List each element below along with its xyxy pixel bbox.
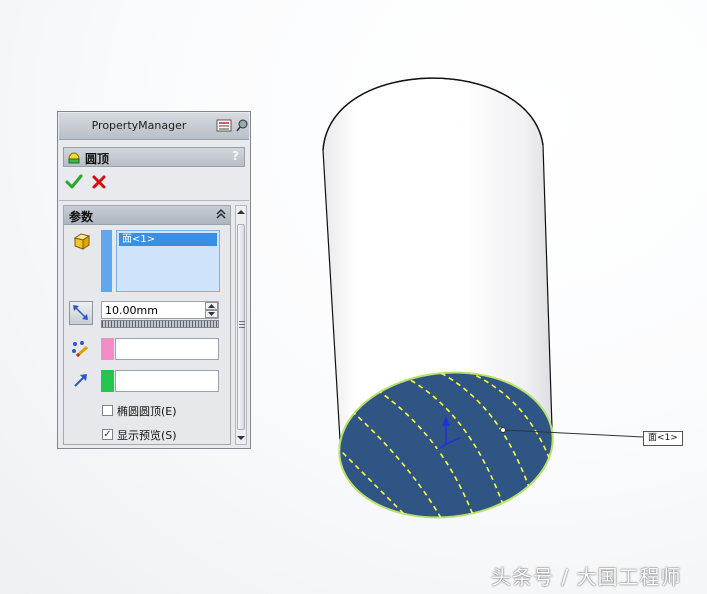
direction-field[interactable] bbox=[115, 370, 219, 392]
parameters-group: 参数 面<1> 10.00mm 椭圆圆顶(E) ✓ 显示预览(S) bbox=[63, 205, 231, 445]
tree-toggle-icon[interactable] bbox=[216, 118, 232, 133]
scroll-up-icon[interactable] bbox=[237, 208, 245, 216]
distance-icon bbox=[73, 305, 88, 320]
divider bbox=[59, 200, 249, 201]
collapse-icon[interactable] bbox=[216, 208, 226, 220]
feature-title: 圆顶 bbox=[85, 152, 110, 166]
show-preview-checkbox[interactable]: ✓ bbox=[102, 429, 113, 440]
group-title: 参数 bbox=[69, 210, 94, 224]
elliptical-dome-checkbox[interactable] bbox=[102, 405, 113, 416]
panel-title: PropertyManager bbox=[91, 119, 187, 132]
callout-anchor bbox=[500, 427, 506, 433]
elliptical-dome-label[interactable]: 椭圆圆顶(E) bbox=[117, 403, 177, 419]
pushpin-icon[interactable] bbox=[235, 118, 249, 133]
distance-spinner[interactable] bbox=[205, 302, 218, 318]
parameters-group-header[interactable]: 参数 bbox=[64, 206, 230, 225]
selection-item[interactable]: 面<1> bbox=[119, 233, 217, 246]
face-callout[interactable]: 面<1> bbox=[643, 431, 683, 446]
scroll-grip bbox=[239, 321, 245, 329]
selection-color-strip bbox=[101, 230, 112, 292]
feature-title-bar: 圆顶 ? bbox=[63, 147, 245, 167]
constraint-point-field[interactable] bbox=[115, 338, 219, 360]
show-preview-label[interactable]: 显示预览(S) bbox=[117, 427, 177, 443]
watermark-text: 头条号 / 大国工程师 bbox=[491, 565, 682, 589]
cancel-button[interactable] bbox=[91, 174, 107, 190]
face-selection-list[interactable]: 面<1> bbox=[116, 230, 220, 292]
distance-thumbwheel[interactable] bbox=[101, 320, 219, 328]
dome-icon bbox=[68, 152, 80, 164]
panel-scrollbar[interactable] bbox=[235, 205, 247, 445]
ok-button[interactable] bbox=[65, 173, 83, 191]
green-color-strip bbox=[101, 370, 114, 392]
constraint-point-icon bbox=[72, 341, 89, 358]
distance-input[interactable]: 10.00mm bbox=[101, 301, 219, 319]
property-manager-panel: PropertyManager 圆顶 ? 参数 面<1> 10.00mm 椭圆圆… bbox=[57, 111, 251, 449]
pink-color-strip bbox=[101, 338, 114, 360]
x-icon bbox=[92, 175, 106, 189]
scroll-down-icon[interactable] bbox=[237, 434, 245, 442]
check-icon bbox=[65, 174, 83, 189]
scroll-thumb[interactable] bbox=[237, 224, 245, 430]
panel-header: PropertyManager bbox=[59, 113, 249, 140]
direction-arrow-icon bbox=[74, 374, 87, 387]
face-select-icon bbox=[73, 233, 91, 250]
distance-button[interactable] bbox=[69, 301, 93, 325]
help-icon[interactable]: ? bbox=[232, 149, 239, 163]
